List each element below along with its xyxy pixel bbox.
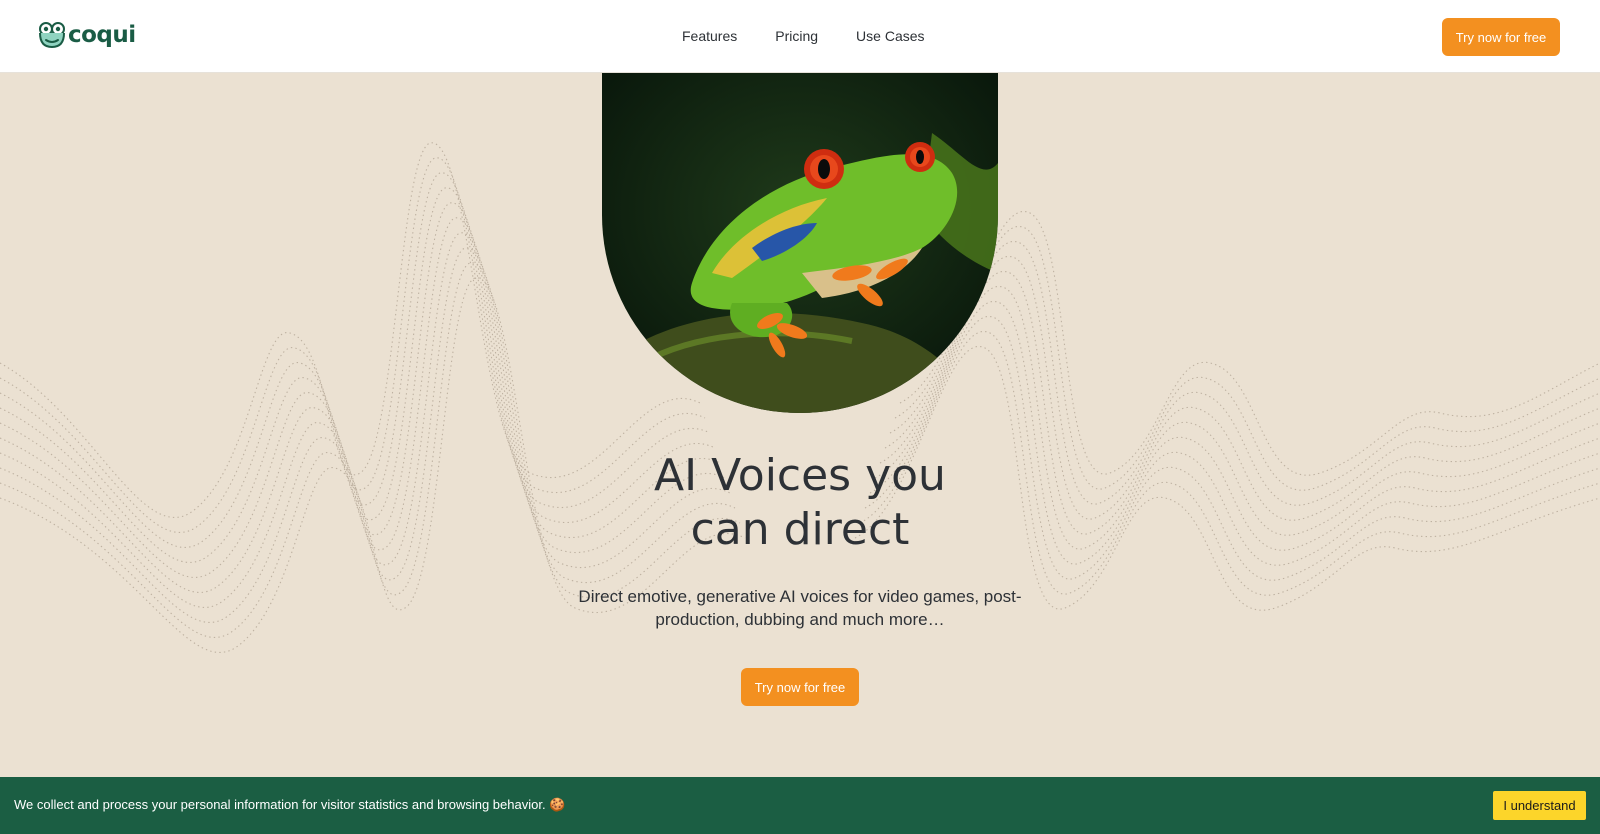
frog-logo-icon (39, 22, 65, 48)
logo-wordmark: coqui (68, 22, 136, 48)
cookie-accept-button[interactable]: I understand (1493, 791, 1586, 820)
cookie-banner-text: We collect and process your personal inf… (14, 797, 566, 812)
nav-pricing[interactable]: Pricing (775, 28, 818, 44)
hero-section: AI Voices you can direct Direct emotive,… (0, 73, 1600, 777)
hero-try-free-button[interactable]: Try now for free (741, 668, 859, 706)
coqui-logo[interactable]: coqui (38, 22, 136, 48)
site-header: coqui Features Pricing Use Cases Try now… (0, 0, 1600, 73)
hero-title-line-2: can direct (690, 504, 910, 555)
nav-use-cases[interactable]: Use Cases (856, 28, 924, 44)
hero-title-line-1: AI Voices you (654, 450, 946, 501)
main-nav: Features Pricing Use Cases (682, 28, 925, 44)
hero-subtitle: Direct emotive, generative AI voices for… (578, 587, 1022, 629)
nav-features[interactable]: Features (682, 28, 737, 44)
header-try-free-button[interactable]: Try now for free (1442, 18, 1560, 56)
hero-title: AI Voices you can direct (500, 449, 1100, 557)
cookie-banner: We collect and process your personal inf… (0, 777, 1600, 834)
